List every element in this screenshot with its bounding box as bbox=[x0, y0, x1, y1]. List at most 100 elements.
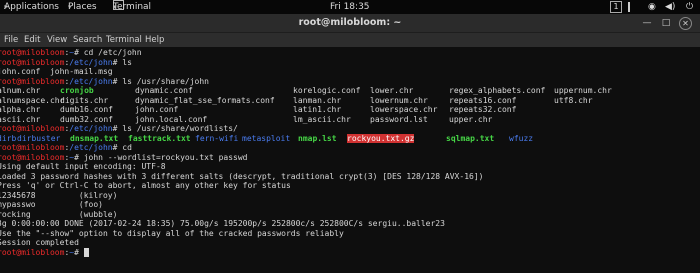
file-entry: nmap.lst bbox=[298, 133, 337, 143]
file-entry: repeats16.conf bbox=[449, 95, 517, 105]
prompt-user: root@milobloom bbox=[0, 143, 65, 152]
file-entry: john.local.conf bbox=[135, 114, 208, 124]
file-entry: korelogic.conf bbox=[293, 86, 361, 95]
prompt-path: /etc/john bbox=[69, 143, 113, 152]
file-entry: utf8.chr bbox=[554, 95, 593, 105]
listing-row: ascii.chr dumb32.conf john.local.conf lm_as… bbox=[0, 115, 697, 125]
terminal-output[interactable]: root@milobloom:~# cd /etc/john root@milob… bbox=[0, 47, 700, 273]
prompt-symbol: # bbox=[74, 152, 84, 162]
prompt-user: root@milobloom bbox=[0, 57, 65, 67]
menu-edit[interactable]: Edit bbox=[24, 33, 40, 47]
window-title: root@milobloom: ~ bbox=[298, 17, 402, 28]
file-entry: lowernum.chr bbox=[370, 95, 428, 105]
prompt-line: root@milobloom:~# bbox=[0, 247, 89, 258]
window-titlebar[interactable]: root@milobloom: ~ bbox=[0, 14, 700, 33]
prompt-line: root@milobloom:~# john --wordlist=rockyo… bbox=[0, 153, 248, 163]
output-line: rocking (wubble) bbox=[0, 210, 117, 220]
prompt-path: /etc/john bbox=[69, 76, 113, 86]
output-line: mypasswo (foo) bbox=[0, 200, 103, 210]
command-text: ls /usr/share/john bbox=[122, 76, 209, 86]
output-text: Session completed bbox=[0, 238, 79, 247]
output-text: Use the "--show" option to display all o… bbox=[0, 228, 344, 238]
file-entry: rockyou.txt.gz bbox=[347, 133, 415, 143]
file-entry: dumb16.conf bbox=[60, 105, 113, 114]
prompt-symbol: # bbox=[74, 247, 84, 257]
file-entry: cronjob bbox=[60, 86, 94, 95]
menu-terminal[interactable]: Terminal bbox=[106, 33, 142, 47]
prompt-path: /etc/john bbox=[69, 124, 113, 133]
clock[interactable]: Fri 18:35 bbox=[330, 0, 370, 14]
power-icon[interactable]: ⏻ bbox=[686, 0, 693, 14]
file-entry: dirb bbox=[0, 133, 17, 143]
output-line: Session completed bbox=[0, 238, 79, 248]
file-entry: dnsmap.txt bbox=[70, 133, 119, 143]
file-entry: alnumspace.chr bbox=[0, 95, 65, 105]
menu-file[interactable]: File bbox=[4, 33, 18, 47]
prompt-user: root@milobloom bbox=[0, 124, 65, 133]
file-entry: john.conf bbox=[135, 105, 179, 114]
file-entry: metasploit bbox=[242, 133, 291, 143]
file-entry: regex_alphabets.conf bbox=[449, 86, 546, 95]
file-entry: sqlmap.txt bbox=[446, 133, 495, 143]
output-line: Use the "--show" option to display all o… bbox=[0, 229, 344, 239]
output-line: Press 'q' or Ctrl-C to abort, almost any… bbox=[0, 181, 291, 191]
output-text: Loaded 3 password hashes with 3 differen… bbox=[0, 171, 484, 181]
output-text: mypasswo (foo) bbox=[0, 200, 103, 209]
file-entry: repeats32.conf bbox=[449, 105, 517, 114]
output-line: Loaded 3 password hashes with 3 differen… bbox=[0, 172, 483, 182]
output-text: rocking (wubble) bbox=[0, 209, 118, 219]
file-entry: lm_ascii.chr bbox=[293, 114, 351, 124]
output-line: 12345678 (kilroy) bbox=[0, 191, 117, 201]
chevron-down-icon: ▾ bbox=[113, 3, 117, 11]
minimize-icon[interactable]: — bbox=[640, 16, 654, 30]
file-entry: latin1.chr bbox=[293, 105, 342, 114]
prompt-line: root@milobloom:/etc/john# ls /usr/share/… bbox=[0, 77, 209, 87]
network-icon[interactable]: ◉ bbox=[648, 0, 656, 14]
close-icon[interactable]: ✕ bbox=[679, 17, 692, 30]
listing-row: alnum.chr cronjob dynamic.conf korelogic.co… bbox=[0, 86, 697, 96]
output-text: john.conf john-mail.msg bbox=[0, 67, 113, 76]
prompt-line: root@milobloom:/etc/john# ls bbox=[0, 58, 132, 68]
listing-row: alnumspace.chr digits.chr dynamic_flat_sse… bbox=[0, 96, 697, 106]
file-entry: dumb32.conf bbox=[60, 114, 113, 124]
file-entry: fern-wifi bbox=[195, 133, 239, 143]
chevron-down-icon: ▾ bbox=[68, 3, 72, 11]
output-text: Press 'q' or Ctrl-C to abort, almost any… bbox=[0, 181, 291, 190]
file-entry: alpha.chr bbox=[0, 105, 41, 114]
output-line: john.conf john-mail.msg bbox=[0, 67, 113, 77]
prompt-line: root@milobloom:/etc/john# cd bbox=[0, 143, 132, 153]
output-line: 3g 0:00:00:00 DONE (2017-02-24 18:35) 75… bbox=[0, 219, 445, 229]
file-entry: upper.chr bbox=[449, 114, 493, 124]
maximize-icon[interactable]: □ bbox=[659, 16, 673, 30]
prompt-symbol: # bbox=[112, 143, 123, 152]
file-entry: fasttrack.txt bbox=[128, 133, 191, 143]
prompt-symbol: # bbox=[112, 57, 123, 67]
terminal-menubar: File Edit View Search Terminal Help bbox=[0, 33, 700, 47]
prompt-line: root@milobloom:~# cd /etc/john bbox=[0, 48, 142, 58]
prompt-line: root@milobloom:/etc/john# ls /usr/share/… bbox=[0, 124, 238, 134]
applications-label: Applications bbox=[4, 2, 59, 12]
output-line: Using default input encoding: UTF-8 bbox=[0, 162, 166, 172]
file-entry: password.lst bbox=[370, 114, 428, 124]
menu-view[interactable]: View bbox=[47, 33, 67, 47]
workspace-indicator[interactable]: 1 bbox=[610, 1, 622, 13]
volume-icon[interactable]: ◀) bbox=[665, 0, 675, 14]
output-text: 3g 0:00:00:00 DONE (2017-02-24 18:35) 75… bbox=[0, 219, 445, 228]
prompt-user: root@milobloom bbox=[0, 48, 65, 57]
file-entry: digits.chr bbox=[60, 95, 109, 105]
activity-bar-icon bbox=[628, 2, 630, 12]
command-text: ls bbox=[122, 57, 132, 67]
menu-help[interactable]: Help bbox=[145, 33, 164, 47]
file-entry: uppernum.chr bbox=[554, 86, 612, 95]
file-entry: lanman.chr bbox=[293, 95, 342, 105]
menu-search[interactable]: Search bbox=[73, 33, 102, 47]
file-entry: dynamic.conf bbox=[135, 86, 193, 95]
command-text: ls /usr/share/wordlists/ bbox=[122, 124, 238, 133]
prompt-user: root@milobloom bbox=[0, 76, 65, 86]
command-text: cd bbox=[122, 143, 132, 152]
file-entry: lower.chr bbox=[370, 86, 414, 95]
prompt-user: root@milobloom bbox=[0, 152, 65, 162]
file-entry: alnum.chr bbox=[0, 86, 41, 95]
cursor bbox=[83, 247, 89, 257]
file-entry: ascii.chr bbox=[0, 114, 41, 124]
